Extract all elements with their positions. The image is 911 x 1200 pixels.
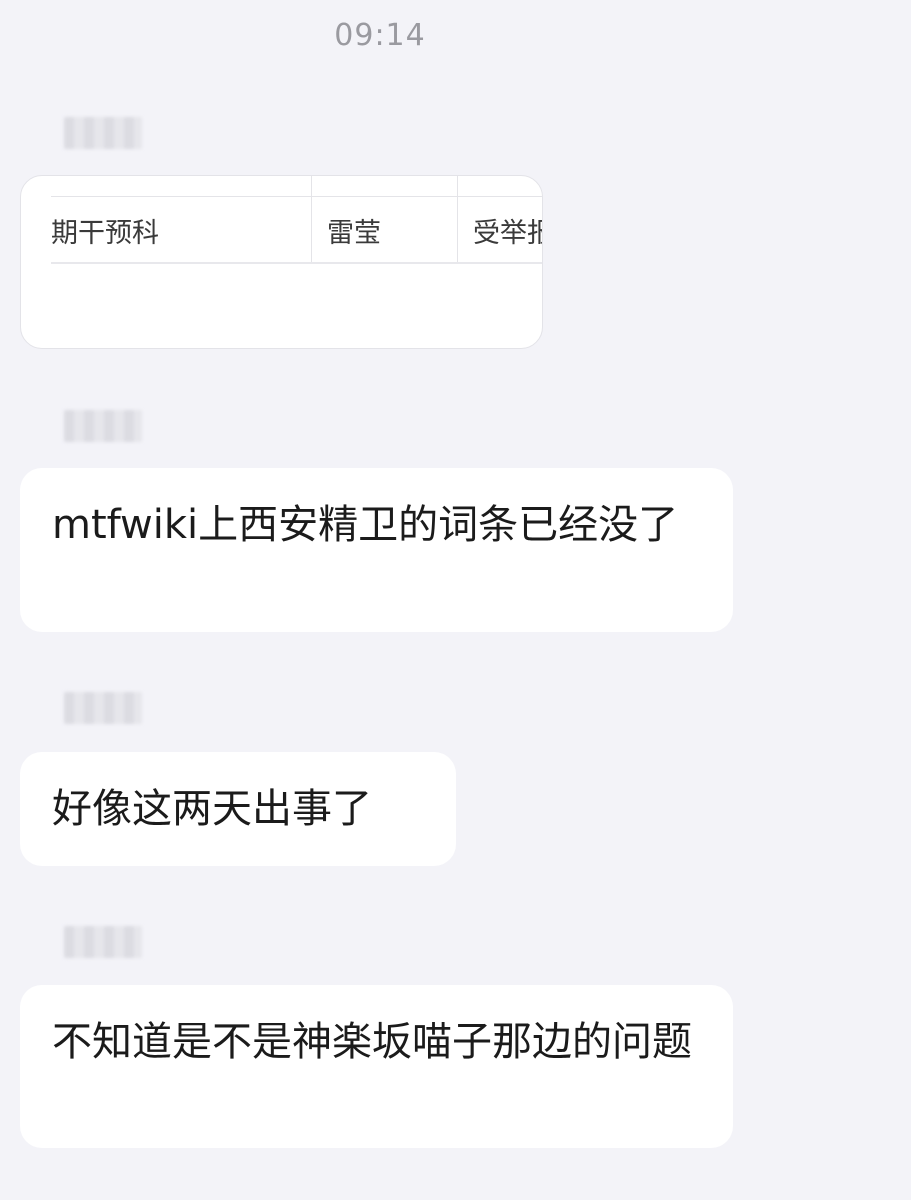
message-text: mtfwiki上西安精卫的词条已经没了 bbox=[52, 502, 679, 548]
table-row-divider bbox=[51, 262, 542, 264]
table-cell-text: 期干预科 bbox=[51, 218, 159, 249]
table-cell-text: 受举报 bbox=[473, 218, 542, 249]
text-message[interactable]: 好像这两天出事了 bbox=[20, 752, 456, 866]
message-text: 好像这两天出事了 bbox=[52, 786, 372, 832]
table-cell: 受举报 bbox=[457, 176, 542, 262]
sender-name-blurred bbox=[64, 926, 142, 958]
table-cell: 期干预科 bbox=[51, 176, 311, 262]
message-timestamp: 09:14 bbox=[334, 18, 426, 53]
message-text: 不知道是不是神楽坂喵子那边的问题 bbox=[52, 1019, 692, 1065]
sender-name-blurred bbox=[64, 692, 142, 724]
table-cell-text: 雷莹 bbox=[327, 218, 381, 249]
text-message[interactable]: mtfwiki上西安精卫的词条已经没了 bbox=[20, 468, 733, 632]
text-message[interactable]: 不知道是不是神楽坂喵子那边的问题 bbox=[20, 985, 733, 1148]
sender-name-blurred bbox=[64, 117, 142, 149]
sender-name-blurred bbox=[64, 410, 142, 442]
table-cell: 雷莹 bbox=[311, 176, 457, 262]
image-message[interactable]: 期干预科 雷莹 受举报 bbox=[20, 175, 543, 349]
